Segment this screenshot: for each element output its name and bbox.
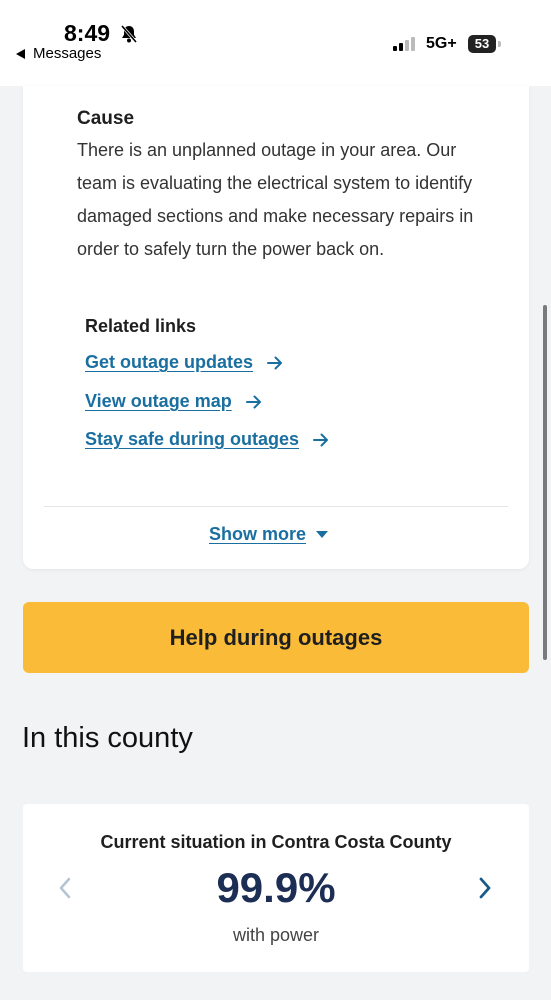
situation-card: Current situation in Contra Costa County… — [23, 804, 529, 972]
arrow-right-icon — [313, 433, 329, 446]
link-label: Get outage updates — [85, 352, 254, 372]
scrollbar[interactable] — [543, 305, 547, 660]
signal-icon — [393, 37, 415, 51]
silent-bell-icon — [119, 24, 139, 49]
county-heading: In this county — [22, 722, 193, 754]
back-label: Messages — [33, 45, 102, 62]
link-label: View outage map — [85, 391, 232, 411]
help-during-outages-button[interactable]: Help during outages — [23, 602, 529, 673]
arrow-right-icon — [245, 395, 261, 408]
network-type: 5G+ — [426, 35, 457, 52]
cause-title: Cause — [77, 108, 135, 129]
back-arrow-icon — [16, 48, 25, 59]
battery-icon: 53 — [468, 35, 496, 53]
divider — [44, 506, 508, 507]
stay-safe-link[interactable]: Stay safe during outages — [85, 429, 329, 450]
status-bar: 8:49 Messages 5G+ 53 — [0, 0, 551, 86]
back-to-messages[interactable]: Messages — [16, 45, 101, 62]
cause-text: There is an unplanned outage in your are… — [77, 140, 474, 259]
caret-down-icon — [316, 531, 329, 538]
situation-value: 99.9% — [216, 864, 336, 911]
arrow-right-icon — [267, 356, 283, 369]
show-more-button[interactable]: Show more — [209, 524, 329, 545]
link-label: Stay safe during outages — [85, 429, 300, 449]
status-time: 8:49 — [64, 20, 111, 46]
get-outage-updates-link[interactable]: Get outage updates — [85, 352, 283, 373]
outage-card: Cause There is an unplanned outage in yo… — [23, 86, 529, 569]
situation-caption: with power — [232, 925, 320, 945]
related-links-title: Related links — [85, 316, 197, 336]
battery-tip — [498, 41, 501, 47]
chevron-right-icon[interactable] — [477, 876, 493, 905]
chevron-left-icon[interactable] — [57, 876, 73, 905]
situation-title: Current situation in Contra Costa County — [100, 832, 452, 852]
show-more-label: Show more — [209, 524, 307, 544]
view-outage-map-link[interactable]: View outage map — [85, 391, 262, 412]
